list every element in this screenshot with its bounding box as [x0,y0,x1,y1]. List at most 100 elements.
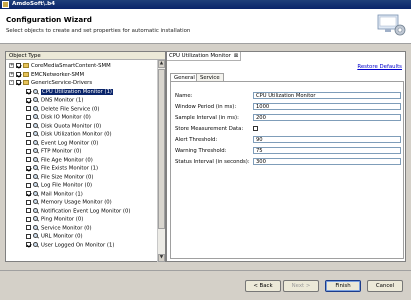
wizard-icon [377,14,406,36]
tree-item-label: Notification Event Log Monitor (0) [41,208,131,214]
name-label: Name: [175,93,193,99]
tree-item[interactable]: Notification Event Log Monitor (0) [26,207,131,215]
tree-item-checkbox[interactable] [26,191,31,196]
tree-item[interactable]: Mail Monitor (1) [26,190,83,198]
tree-item[interactable]: + EMCNetworker-SMM [9,71,84,79]
tree-item[interactable]: Service Monitor (0) [26,224,92,232]
tree-item[interactable]: Disk IO Monitor (0) [26,114,91,121]
tree-item[interactable]: DNS Monitor (1) [26,97,83,104]
magnifier-icon [33,190,39,197]
tree-item-label: Log File Monitor (0) [41,182,93,189]
magnifier-icon [33,165,39,171]
window-period-input[interactable] [253,103,401,110]
tree-item-label: FTP Monitor (0) [41,148,82,155]
tree-item[interactable]: CPU Utilization Monitor (1) [26,88,114,96]
field-alert-threshold-row: Alert Threshold: [175,136,401,144]
tree-item[interactable]: File Exists Monitor (1) [26,165,98,172]
tree-item[interactable]: File Age Monitor (0) [26,156,93,164]
tree-item-checkbox[interactable] [26,114,31,120]
tree-item-label: Disk IO Monitor (0) [41,114,91,121]
next-button[interactable]: Next > [283,280,319,292]
close-icon[interactable]: ⊠ [234,53,238,59]
tree-item[interactable]: + CoreMediaSmartContent-SMM [9,63,111,70]
tree-item[interactable]: FTP Monitor (0) [26,148,81,155]
tree-item-checkbox[interactable] [26,123,31,128]
finish-button[interactable]: Finish [325,280,361,292]
collapse-icon[interactable]: - [9,80,14,85]
tree-item-checkbox[interactable] [26,208,31,213]
tree-item-checkbox[interactable] [26,97,31,103]
tree-item-checkbox[interactable] [26,106,31,111]
tree-item[interactable]: Disk Utilization Monitor (0) [26,131,112,138]
tree-item[interactable]: File Size Monitor (0) [26,173,94,181]
magnifier-icon [33,88,39,95]
tree-item-label: Mail Monitor (1) [41,191,83,197]
window-titlebar[interactable]: AmdoSoft\.b4 [0,0,411,9]
tree-item[interactable]: - GenericService-Drivers [9,80,92,87]
field-status-interval-row: Status Interval (in seconds): [175,158,401,166]
tree-item[interactable]: User Logged On Monitor (1) [26,241,114,249]
tree-item[interactable]: Delete File Service (0) [26,105,99,113]
tree-item-checkbox[interactable] [26,182,31,188]
object-tree: ▲ ▼ + CoreMediaSmartContent-SMM + EMCNetwor… [6,60,165,262]
tree-item-checkbox[interactable] [26,199,31,205]
scroll-down-arrow-icon[interactable]: ▼ [158,254,165,262]
scroll-thumb[interactable] [158,69,165,229]
store-measurement-checkbox[interactable] [253,126,258,131]
alert-threshold-input[interactable] [253,136,401,143]
properties-panel: CPU Utilization Monitor ⊠ Restore Default… [166,51,406,262]
warning-threshold-input[interactable] [253,147,401,154]
page-title: Configuration Wizard [6,15,92,24]
field-warning-threshold-row: Warning Threshold: [175,147,401,155]
magnifier-icon [33,207,39,214]
restore-defaults-link[interactable]: Restore Defaults [357,64,402,70]
tree-item-label: CoreMediaSmartContent-SMM [31,63,111,69]
tree-item[interactable]: Disk Quota Monitor (0) [26,122,102,130]
magnifier-icon [33,182,39,188]
magnifier-icon [33,148,39,154]
expand-icon[interactable]: + [9,71,14,77]
tree-item-label: Ping Monitor (0) [41,216,84,223]
name-input[interactable] [253,92,401,99]
tab-service[interactable]: Service [196,73,224,81]
tree-item-checkbox[interactable] [26,225,31,230]
tree-item-label: Disk Quota Monitor (0) [41,123,102,129]
tree-item[interactable]: Ping Monitor (0) [26,216,83,223]
app-icon [2,1,9,8]
tree-item-checkbox[interactable] [26,216,31,222]
magnifier-icon [33,156,39,163]
scroll-up-arrow-icon[interactable]: ▲ [158,60,165,68]
tree-item-checkbox[interactable] [26,148,31,154]
tree-item[interactable]: Event Log Monitor (0) [26,139,99,147]
tree-item-checkbox[interactable] [16,63,21,68]
tree-item-checkbox[interactable] [26,165,31,171]
tree-item-label: GenericService-Drivers [31,80,93,86]
tree-item-checkbox[interactable] [26,233,31,239]
tree-scrollbar[interactable]: ▲ ▼ [157,60,165,262]
tree-item[interactable]: Log File Monitor (0) [26,182,92,189]
cancel-button[interactable]: Cancel [367,280,403,292]
tree-item-checkbox[interactable] [26,157,31,162]
tree-item-checkbox[interactable] [26,140,31,145]
status-interval-label: Status Interval (in seconds): [175,159,250,165]
alert-threshold-label: Alert Threshold: [175,137,218,143]
tree-item-checkbox[interactable] [26,242,31,247]
tree-item-label: Event Log Monitor (0) [41,140,99,146]
tree-item[interactable]: Memory Usage Monitor (0) [26,199,112,206]
back-button[interactable]: < Back [245,280,281,292]
field-sample-interval-row: Sample Interval (in ms): [175,114,401,122]
tree-item-label: CPU Utilization Monitor (1) [41,89,114,95]
tree-item[interactable]: URL Monitor (0) [26,233,83,240]
tree-item-checkbox[interactable] [16,71,21,77]
tree-item-label: File Size Monitor (0) [41,174,94,180]
tab-cpu-utilization-monitor[interactable]: CPU Utilization Monitor ⊠ [167,52,242,61]
tree-item-checkbox[interactable] [26,131,31,137]
expand-icon[interactable]: + [9,63,14,68]
status-interval-input[interactable] [253,158,401,165]
tree-item-checkbox[interactable] [26,89,31,94]
tree-item-checkbox[interactable] [26,174,31,179]
magnifier-icon [33,97,39,103]
sample-interval-input[interactable] [253,114,401,121]
folder-icon [23,71,29,77]
tree-item-checkbox[interactable] [16,80,21,85]
